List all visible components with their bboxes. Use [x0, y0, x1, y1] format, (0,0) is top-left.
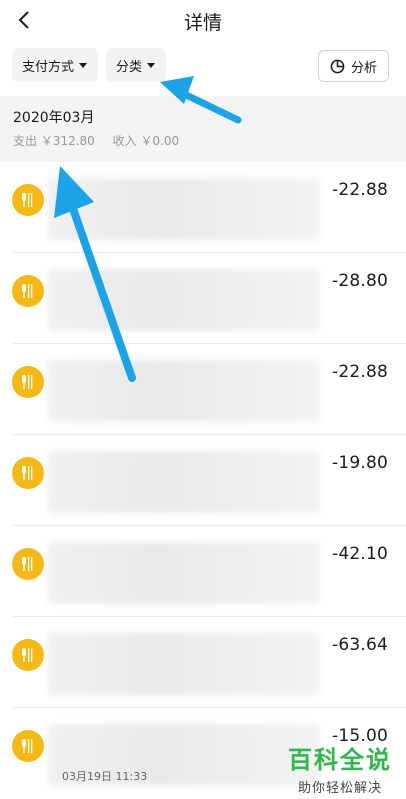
- dining-icon: [12, 457, 44, 489]
- caret-down-icon: [147, 62, 156, 68]
- transaction-row[interactable]: -22.88: [0, 162, 406, 253]
- filter-bar: 支付方式 分类 分析: [0, 48, 406, 84]
- header-bar: 详情: [0, 0, 406, 40]
- watermark-subtitle: 助你轻松解决: [297, 781, 382, 796]
- dining-icon: [12, 184, 44, 216]
- transaction-row[interactable]: -19.80: [0, 435, 406, 526]
- dining-icon: [12, 730, 44, 762]
- category-label: 分类: [116, 59, 143, 75]
- transaction-amount: -19.80: [331, 453, 388, 473]
- transaction-amount: -28.80: [331, 271, 388, 291]
- transaction-amount: -42.10: [331, 544, 388, 564]
- dining-icon: [12, 366, 44, 398]
- transaction-amount: -22.88: [331, 180, 388, 200]
- month-title: 2020年03月: [13, 110, 95, 126]
- month-summary-bar: 2020年03月 支出 ￥312.80 收入 ￥0.00: [0, 96, 406, 162]
- expense-total: 支出 ￥312.80: [13, 134, 95, 148]
- dining-icon: [12, 548, 44, 580]
- dining-icon: [12, 639, 44, 671]
- blurred-details: [48, 451, 320, 513]
- month-totals: 支出 ￥312.80 收入 ￥0.00: [13, 132, 393, 149]
- analysis-button[interactable]: 分析: [318, 50, 389, 82]
- blurred-details: [48, 542, 320, 604]
- transaction-row[interactable]: -63.64: [0, 617, 406, 708]
- analysis-label: 分析: [350, 60, 377, 76]
- watermark: 百科全说 助你轻松解决: [288, 740, 392, 796]
- pie-chart-icon: [330, 59, 345, 73]
- caret-down-icon: [79, 62, 88, 68]
- category-filter[interactable]: 分类: [106, 48, 166, 82]
- transaction-row[interactable]: -42.10: [0, 526, 406, 617]
- blurred-details: [48, 633, 320, 695]
- blurred-details: [48, 269, 320, 331]
- transaction-row[interactable]: -28.80: [0, 253, 406, 344]
- payment-method-filter[interactable]: 支付方式: [12, 48, 98, 82]
- transaction-date: 03月19日 11:33: [62, 770, 148, 783]
- transaction-amount: -63.64: [331, 635, 388, 655]
- transaction-amount: -22.88: [331, 362, 388, 382]
- payment-method-label: 支付方式: [22, 59, 75, 75]
- blurred-details: [48, 360, 320, 422]
- dining-icon: [12, 275, 44, 307]
- transaction-row[interactable]: -22.88: [0, 344, 406, 435]
- watermark-title: 百科全说: [288, 746, 392, 774]
- blurred-details: [48, 178, 320, 240]
- page-title: 详情: [183, 12, 222, 34]
- income-total: 收入 ￥0.00: [112, 134, 180, 148]
